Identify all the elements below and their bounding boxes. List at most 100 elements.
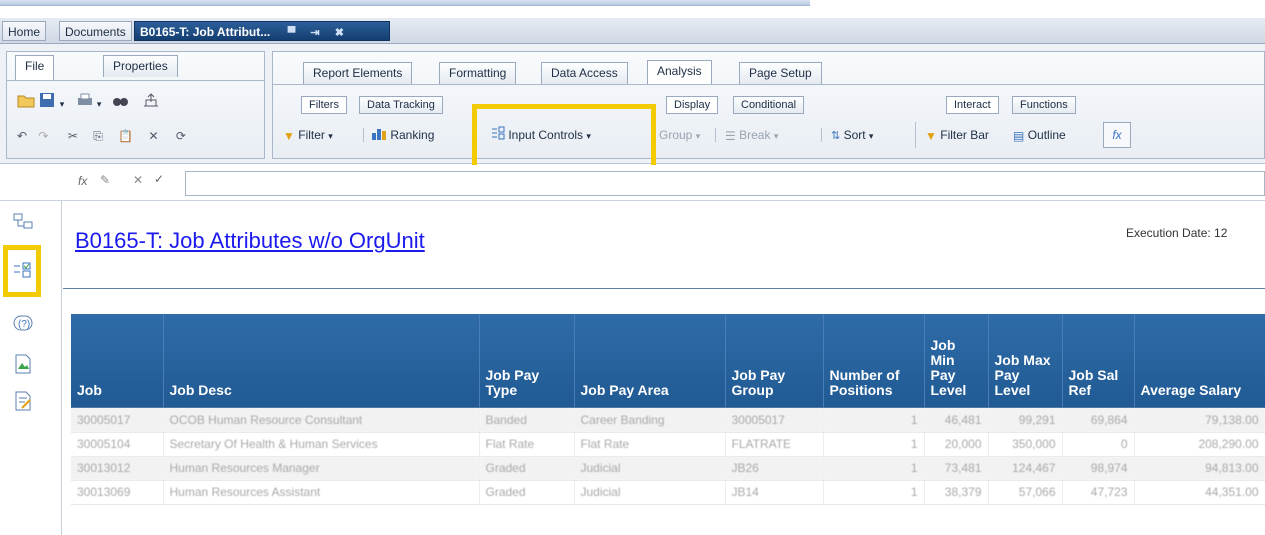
table-cell[interactable]: 1 (823, 456, 925, 481)
table-row[interactable]: 30013012 Human Resources Manager Graded Jud… (71, 456, 1265, 481)
formula-icon[interactable]: fx (1103, 122, 1131, 148)
data-icon[interactable] (12, 353, 38, 377)
table-cell[interactable]: 20,000 (924, 432, 989, 457)
table-cell[interactable]: Banded (479, 408, 575, 433)
tab-data-tracking[interactable]: Data Tracking (359, 96, 443, 114)
table-cell[interactable]: 38,379 (924, 480, 989, 505)
table-cell[interactable]: 30005017 (725, 408, 824, 433)
filter-button[interactable]: ▼ Filter ▾ (283, 122, 333, 148)
tab-formatting[interactable]: Formatting (439, 62, 517, 84)
table-cell[interactable]: JB14 (725, 480, 824, 505)
column-header[interactable]: Number of Positions (823, 314, 925, 408)
table-row[interactable]: 30005104 Secretary Of Health & Human Serv… (71, 432, 1265, 457)
paste-icon[interactable]: 📋 (118, 123, 133, 149)
edit-document-icon[interactable] (12, 390, 38, 414)
table-cell[interactable]: 99,291 (988, 408, 1063, 433)
filter-bar-button[interactable]: ▼ Filter Bar (925, 122, 989, 148)
column-header[interactable]: Job Max Pay Level (988, 314, 1063, 408)
table-cell[interactable]: Graded (479, 456, 575, 481)
table-cell[interactable]: 98,974 (1062, 456, 1135, 481)
report-title[interactable]: B0165-T: Job Attributes w/o OrgUnit (75, 228, 425, 254)
column-header[interactable]: Job Min Pay Level (924, 314, 989, 408)
navigation-map-icon[interactable] (12, 212, 38, 236)
undo-icon[interactable]: ↶ (17, 123, 27, 149)
column-header[interactable]: Average Salary (1134, 314, 1265, 408)
save-icon[interactable] (38, 91, 56, 117)
table-cell[interactable]: 0 (1062, 432, 1135, 457)
column-header[interactable]: Job Pay Type (479, 314, 575, 408)
table-row[interactable]: 30013069 Human Resources Assistant Graded J… (71, 480, 1265, 505)
input-controls-button[interactable]: Input Controls ▾ (491, 122, 591, 148)
table-cell[interactable]: Human Resources Manager (163, 456, 480, 481)
column-header[interactable]: Job (71, 314, 164, 408)
table-cell[interactable]: Judicial (574, 456, 726, 481)
tab-file[interactable]: File (15, 55, 55, 81)
table-cell[interactable]: 350,000 (988, 432, 1063, 457)
tab-interact[interactable]: Interact (946, 96, 999, 114)
tab-page-setup[interactable]: Page Setup (739, 62, 822, 84)
column-header[interactable]: Job Sal Ref (1062, 314, 1135, 408)
tab-report-elements[interactable]: Report Elements (303, 62, 413, 84)
table-cell[interactable]: 30005104 (71, 432, 164, 457)
table-cell[interactable]: Career Banding (574, 408, 726, 433)
table-cell[interactable]: Graded (479, 480, 575, 505)
table-cell[interactable]: 46,481 (924, 408, 989, 433)
column-header[interactable]: Job Desc (163, 314, 480, 408)
table-cell[interactable]: Flat Rate (479, 432, 575, 457)
table-cell[interactable]: 44,351.00 (1134, 480, 1265, 505)
open-folder-icon[interactable] (17, 91, 35, 117)
tab-home[interactable]: Home (2, 21, 47, 41)
formula-input[interactable] (185, 171, 1265, 196)
delete-icon[interactable]: ✕ (148, 123, 158, 149)
validate-formula-icon[interactable]: ✓ (154, 172, 164, 186)
table-cell[interactable]: 69,864 (1062, 408, 1135, 433)
find-icon[interactable] (111, 91, 129, 117)
tab-display[interactable]: Display (666, 96, 719, 114)
cancel-formula-icon[interactable]: ✕ (133, 173, 143, 187)
table-cell[interactable]: 79,138.00 (1134, 408, 1265, 433)
table-cell[interactable]: 208,290.00 (1134, 432, 1265, 457)
break-button[interactable]: ☰ Break ▾ (725, 122, 778, 148)
ranking-button[interactable]: Ranking (371, 122, 434, 148)
table-cell[interactable]: 1 (823, 480, 925, 505)
table-row[interactable]: 30005017 OCOB Human Resource Consultant Ba… (71, 408, 1265, 433)
table-cell[interactable]: JB26 (725, 456, 824, 481)
table-cell[interactable]: 1 (823, 408, 925, 433)
table-cell[interactable]: Human Resources Assistant (163, 480, 480, 505)
print-icon[interactable] (76, 91, 94, 117)
dropdown-arrow-icon[interactable]: ▾ (97, 91, 102, 117)
table-cell[interactable]: 57,066 (988, 480, 1063, 505)
tab-filters[interactable]: Filters (301, 96, 347, 114)
table-cell[interactable]: 94,813.00 (1134, 456, 1265, 481)
window-controls-icon[interactable]: ▀ ⇥ ✖ (288, 23, 350, 43)
tab-data-access[interactable]: Data Access (541, 62, 628, 84)
table-cell[interactable]: 1 (823, 432, 925, 457)
cut-icon[interactable]: ✂ (68, 123, 78, 149)
table-cell[interactable]: 73,481 (924, 456, 989, 481)
dropdown-arrow-icon[interactable]: ▾ (60, 91, 65, 117)
tab-functions[interactable]: Functions (1012, 96, 1076, 114)
tab-documents[interactable]: Documents (59, 21, 132, 41)
copy-icon[interactable]: ⎘ (93, 123, 103, 149)
redo-icon[interactable]: ↷ (38, 123, 48, 149)
tab-active-document[interactable]: B0165-T: Job Attribut... ▀ ⇥ ✖ (134, 21, 390, 41)
input-controls-panel-icon[interactable] (12, 260, 38, 284)
tab-conditional[interactable]: Conditional (733, 96, 805, 114)
table-cell[interactable]: 47,723 (1062, 480, 1135, 505)
table-cell[interactable]: Flat Rate (574, 432, 726, 457)
table-cell[interactable]: OCOB Human Resource Consultant (163, 408, 480, 433)
tab-properties[interactable]: Properties (103, 55, 178, 77)
table-cell[interactable]: 30005017 (71, 408, 164, 433)
refresh-icon[interactable]: ⟳ (176, 123, 186, 149)
tab-analysis[interactable]: Analysis (647, 60, 712, 84)
column-header[interactable]: Job Pay Group (725, 314, 824, 408)
group-button[interactable]: Group ▾ (659, 122, 700, 148)
table-cell[interactable]: 30013069 (71, 480, 164, 505)
help-icon[interactable]: (?) (12, 312, 38, 336)
column-header[interactable]: Job Pay Area (574, 314, 726, 408)
outline-button[interactable]: ▤ Outline (1013, 122, 1066, 148)
formula-editor-icon[interactable]: ✎ (100, 173, 110, 187)
table-cell[interactable]: 30013012 (71, 456, 164, 481)
table-cell[interactable]: Secretary Of Health & Human Services (163, 432, 480, 457)
table-cell[interactable]: FLATRATE (725, 432, 824, 457)
